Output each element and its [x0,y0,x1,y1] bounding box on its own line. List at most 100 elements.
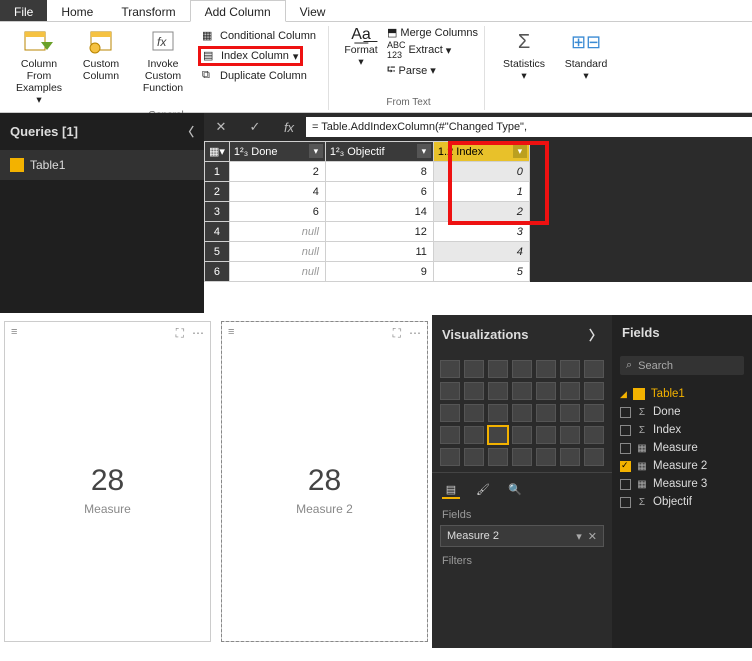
drag-handle-icon[interactable]: ≡ [228,326,234,341]
parse-button[interactable]: ⮓ Parse ▾ [387,61,478,80]
report-canvas[interactable]: ≡ ⛶ ⋯ 28 Measure ≡ ⛶ ⋯ 28 Measure 2 [0,315,432,648]
field-item[interactable]: ΣObjectif [616,493,748,511]
conditional-column-button[interactable]: ▦ Conditional Column [198,28,320,44]
collapse-icon[interactable]: 〈 [182,123,194,140]
viz-type-icon[interactable] [488,404,508,422]
viz-type-icon[interactable] [488,382,508,400]
viz-type-icon[interactable] [584,404,604,422]
filter-dropdown-icon[interactable]: ▾ [309,144,323,158]
standard-button[interactable]: ⊞⊟ Standard ▾ [557,26,615,84]
viz-type-icon[interactable] [512,382,532,400]
fields-tab-icon[interactable]: ▤ [442,481,460,499]
cell-index[interactable]: 0 [433,162,529,182]
table-row[interactable]: 4null123 [205,222,530,242]
viz-type-icon[interactable] [584,448,604,466]
tab-transform[interactable]: Transform [107,0,189,21]
checkbox[interactable] [620,425,631,436]
viz-type-icon[interactable] [488,426,508,444]
field-item[interactable]: ΣDone [616,403,748,421]
fields-search[interactable]: ⌕ Search [620,356,744,375]
cell-done[interactable]: 2 [229,162,325,182]
viz-type-icon[interactable] [440,382,460,400]
cell-index[interactable]: 2 [433,202,529,222]
corner-cell[interactable]: ▦▾ [205,142,230,162]
formula-cancel[interactable]: ✕ [204,119,238,135]
chevron-down-icon[interactable]: ▾ [576,530,582,543]
cell-index[interactable]: 4 [433,242,529,262]
cell-index[interactable]: 1 [433,182,529,202]
viz-type-icon[interactable] [560,426,580,444]
fields-header[interactable]: Fields [612,315,752,350]
viz-type-icon[interactable] [560,404,580,422]
drag-handle-icon[interactable]: ≡ [11,326,17,341]
card-visual-1[interactable]: ≡ ⛶ ⋯ 28 Measure [4,321,211,642]
format-tab-icon[interactable]: 🖌 [474,481,492,499]
cell-objectif[interactable]: 8 [325,162,433,182]
cell-objectif[interactable]: 11 [325,242,433,262]
checkbox[interactable] [620,479,631,490]
filter-dropdown-icon[interactable]: ▾ [513,144,527,158]
viz-type-icon[interactable] [464,426,484,444]
query-item-table1[interactable]: Table1 [0,150,204,180]
column-from-examples-button[interactable]: Column From Examples ▾ [10,26,68,108]
cell-done[interactable]: null [229,262,325,282]
viz-type-icon[interactable] [464,382,484,400]
viz-type-icon[interactable] [584,426,604,444]
cell-done[interactable]: 4 [229,182,325,202]
viz-type-icon[interactable] [536,404,556,422]
checkbox[interactable] [620,407,631,418]
tab-home[interactable]: Home [47,0,107,21]
cell-index[interactable]: 3 [433,222,529,242]
table-row[interactable]: 5null114 [205,242,530,262]
field-well-value[interactable]: Measure 2 ▾ ✕ [440,525,604,547]
viz-type-icon[interactable] [536,426,556,444]
duplicate-column-button[interactable]: ⧉ Duplicate Column [198,68,311,84]
fields-table-node[interactable]: ◢ Table1 [616,385,748,403]
col-header-done[interactable]: 1²₃ Done ▾ [229,142,325,162]
viz-type-icon[interactable] [584,382,604,400]
col-header-objectif[interactable]: 1²₃ Objectif ▾ [325,142,433,162]
cell-done[interactable]: null [229,222,325,242]
extract-button[interactable]: ABC123 Extract ▾ [387,40,478,60]
visualizations-header[interactable]: Visualizations 〉 [432,315,612,354]
viz-type-icon[interactable] [536,360,556,378]
invoke-custom-function-button[interactable]: fx Invoke Custom Function [134,26,192,108]
data-grid[interactable]: ▦▾ 1²₃ Done ▾ 1²₃ Objectif ▾ 1.2 [204,141,530,282]
cell-done[interactable]: 6 [229,202,325,222]
formula-accept[interactable]: ✓ [238,119,272,135]
format-button[interactable]: A͟a͟ Format ▾ [339,26,383,68]
checkbox[interactable] [620,497,631,508]
viz-type-icon[interactable] [512,426,532,444]
viz-type-icon[interactable] [488,360,508,378]
viz-type-icon[interactable] [488,448,508,466]
table-row[interactable]: 1280 [205,162,530,182]
field-item[interactable]: ▦Measure 3 [616,475,748,493]
collapse-icon[interactable]: 〉 [589,325,602,344]
card-visual-2[interactable]: ≡ ⛶ ⋯ 28 Measure 2 [221,321,428,642]
table-row[interactable]: 2461 [205,182,530,202]
cell-done[interactable]: null [229,242,325,262]
index-column-button[interactable]: ▤ Index Column ▾ [198,46,303,66]
viz-type-icon[interactable] [440,360,460,378]
cell-objectif[interactable]: 6 [325,182,433,202]
more-options-icon[interactable]: ⋯ [409,326,421,341]
viz-type-icon[interactable] [584,360,604,378]
viz-type-icon[interactable] [464,404,484,422]
table-row[interactable]: 36142 [205,202,530,222]
analytics-tab-icon[interactable]: 🔍 [506,481,524,499]
viz-type-icon[interactable] [464,360,484,378]
viz-type-icon[interactable] [536,382,556,400]
viz-type-icon[interactable] [440,404,460,422]
focus-mode-icon[interactable]: ⛶ [393,326,401,341]
cell-index[interactable]: 5 [433,262,529,282]
field-item[interactable]: ΣIndex [616,421,748,439]
viz-type-icon[interactable] [440,426,460,444]
tab-file[interactable]: File [0,0,47,21]
expand-icon[interactable]: ◢ [620,389,627,400]
viz-type-icon[interactable] [512,360,532,378]
viz-type-icon[interactable] [512,404,532,422]
viz-type-icon[interactable] [440,448,460,466]
queries-header[interactable]: Queries [1] 〈 [0,113,204,150]
cell-objectif[interactable]: 9 [325,262,433,282]
merge-columns-button[interactable]: ⬒ Merge Columns [387,26,478,39]
